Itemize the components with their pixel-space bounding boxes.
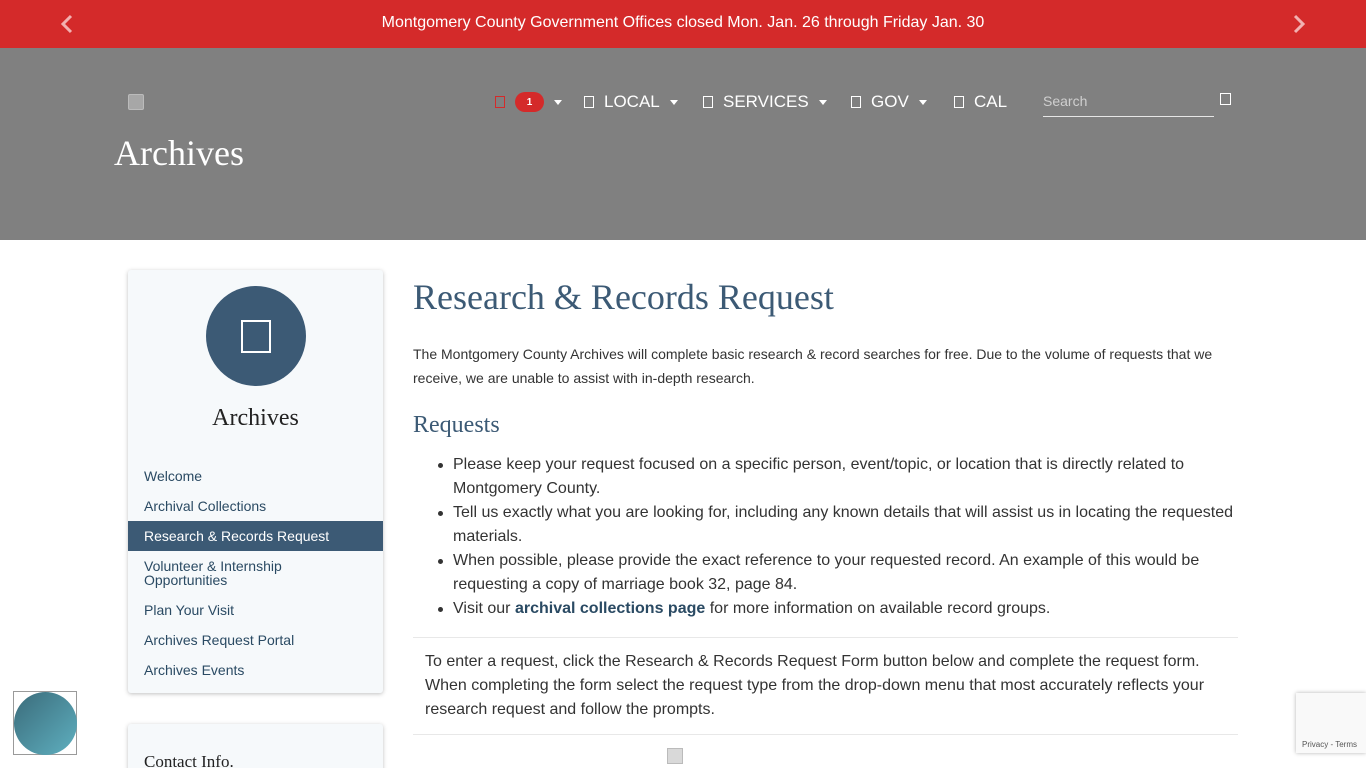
sidebar-item-archives-request-portal[interactable]: Archives Request Portal xyxy=(128,633,383,647)
nav-label: CAL xyxy=(974,92,1008,111)
alerts-count-badge: 1 xyxy=(515,92,544,112)
page-title: Archives xyxy=(114,133,244,173)
sidebar-item-welcome[interactable]: Welcome xyxy=(128,469,383,483)
caret-down-icon xyxy=(818,99,827,105)
visit-prefix: Visit our xyxy=(453,600,511,617)
nav-label: SERVICES xyxy=(723,92,809,111)
nav-label: GOV xyxy=(871,92,909,111)
divider xyxy=(413,734,1238,735)
request-instructions: To enter a request, click the Research &… xyxy=(425,653,1205,718)
recaptcha-badge: Privacy - Terms xyxy=(1296,693,1366,753)
nav-gov[interactable]: GOV xyxy=(851,92,927,112)
sidebar-item-archival-collections[interactable]: Archival Collections xyxy=(128,499,383,513)
search-field xyxy=(1043,86,1214,117)
sidebar: Archives Welcome Archival Collections Re… xyxy=(128,270,383,693)
bell-icon xyxy=(495,96,505,108)
recaptcha-separator: - xyxy=(1330,740,1334,749)
list-item: Visit our archival collections page for … xyxy=(413,597,1243,621)
search-icon[interactable] xyxy=(1220,93,1231,105)
archival-collections-link[interactable]: archival collections page xyxy=(515,600,705,617)
sidebar-item-plan-your-visit[interactable]: Plan Your Visit xyxy=(128,603,383,617)
main-title: Research & Records Request xyxy=(413,277,834,317)
list-item: When possible, please provide the exact … xyxy=(413,549,1243,597)
department-icon-circle xyxy=(206,286,306,386)
building-icon xyxy=(851,96,861,108)
services-icon xyxy=(703,96,713,108)
divider xyxy=(413,637,1238,638)
requests-heading: Requests xyxy=(413,412,500,438)
chat-widget-button[interactable] xyxy=(13,691,77,755)
archive-icon xyxy=(241,320,271,353)
recaptcha-links: Privacy - Terms xyxy=(1302,740,1357,749)
alert-bar: Montgomery County Government Offices clo… xyxy=(0,0,1366,48)
chevron-right-icon[interactable] xyxy=(1286,12,1310,36)
sidebar-item-archives-events[interactable]: Archives Events xyxy=(128,663,383,677)
search-input[interactable] xyxy=(1043,86,1214,116)
caret-down-icon xyxy=(918,99,927,105)
alert-text[interactable]: Montgomery County Government Offices clo… xyxy=(0,14,1366,32)
nav-alerts[interactable]: 1 xyxy=(495,92,562,112)
recaptcha-privacy-link[interactable]: Privacy xyxy=(1302,740,1328,749)
requests-list: Please keep your request focused on a sp… xyxy=(413,453,1243,621)
sidebar-title: Archives xyxy=(212,405,299,431)
chat-avatar xyxy=(14,692,77,755)
calendar-icon xyxy=(954,96,964,108)
nav-label: LOCAL xyxy=(604,92,660,111)
nav-services[interactable]: SERVICES xyxy=(703,92,827,112)
list-item: Please keep your request focused on a sp… xyxy=(413,453,1243,501)
intro-paragraph: The Montgomery County Archives will comp… xyxy=(413,346,1213,386)
caret-down-icon xyxy=(669,99,678,105)
site-header: Archives 1 LOCAL SERVICES GOV CAL xyxy=(0,48,1366,240)
nav-cal[interactable]: CAL xyxy=(954,92,1007,112)
map-marker-icon xyxy=(584,96,594,108)
sidebar-item-volunteer-internship[interactable]: Volunteer & Internship Opportunities xyxy=(128,559,308,587)
list-item: Tell us exactly what you are looking for… xyxy=(413,501,1243,549)
caret-down-icon xyxy=(554,99,562,105)
request-form-button-image[interactable] xyxy=(667,748,683,764)
contact-info-card: Contact Info. xyxy=(128,724,383,768)
recaptcha-terms-link[interactable]: Terms xyxy=(1335,740,1357,749)
visit-suffix: for more information on available record… xyxy=(709,600,1051,617)
county-logo[interactable] xyxy=(128,94,144,110)
nav-local[interactable]: LOCAL xyxy=(584,92,678,112)
contact-info-title: Contact Info. xyxy=(144,752,234,768)
sidebar-item-research-records-request[interactable]: Research & Records Request xyxy=(128,521,383,551)
